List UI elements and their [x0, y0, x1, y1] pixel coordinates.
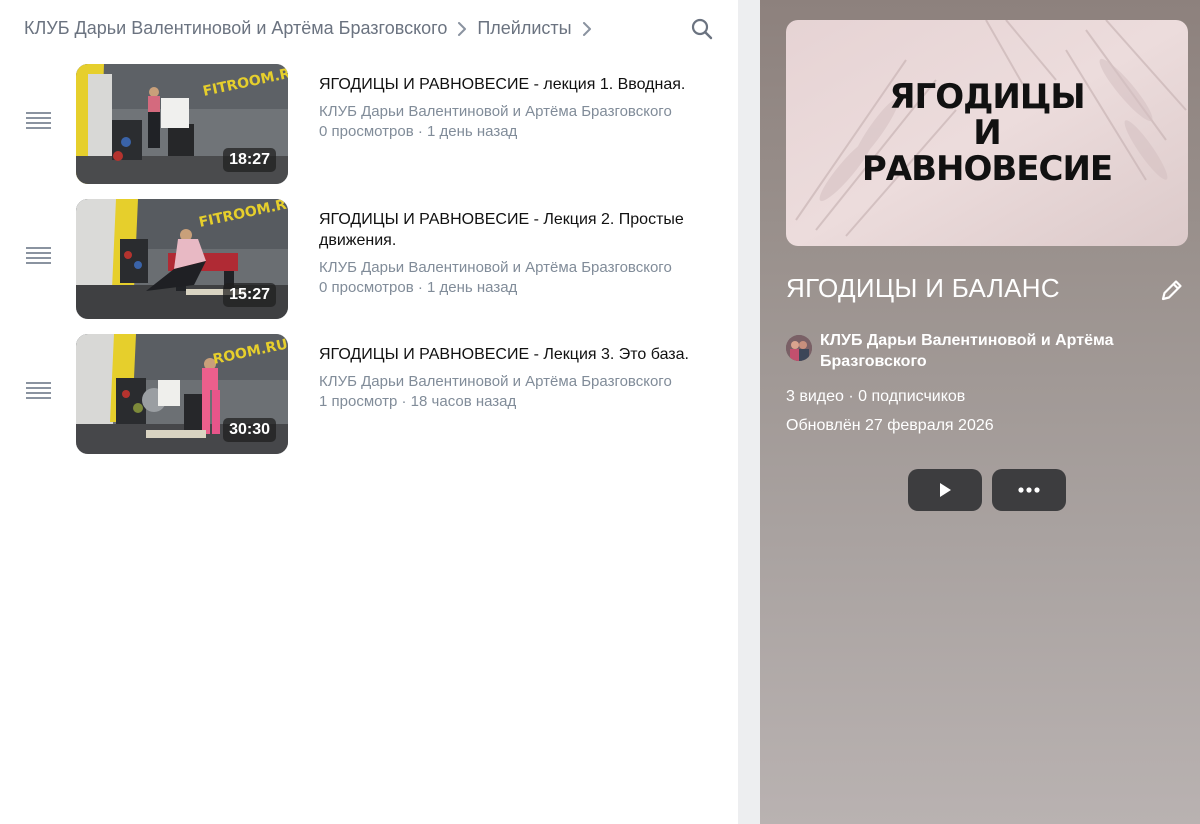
chevron-right-icon	[572, 18, 602, 39]
video-meta: ЯГОДИЦЫ И РАВНОВЕСИЕ - Лекция 2. Простые…	[319, 209, 709, 298]
video-duration: 15:27	[223, 283, 276, 307]
video-channel[interactable]: КЛУБ Дарьи Валентиновой и Артёма Бразгов…	[319, 102, 699, 122]
playlist-info-panel: ЯГОДИЦЫ И РАВНОВЕСИЕ ЯГОДИЦЫ И БАЛАНС КЛ…	[760, 0, 1200, 824]
playlist-cover-text: ЯГОДИЦЫ И РАВНОВЕСИЕ	[786, 20, 1188, 246]
breadcrumb-playlists-link[interactable]: Плейлисты	[477, 18, 571, 39]
more-actions-button[interactable]	[992, 469, 1066, 511]
edit-playlist-button[interactable]	[1158, 276, 1186, 304]
video-thumbnail[interactable]: ROOM.RU 30:30	[76, 334, 288, 454]
more-dots-icon	[1018, 487, 1040, 493]
search-button[interactable]	[688, 15, 716, 43]
search-icon	[691, 18, 713, 40]
list-item[interactable]: FITROOM.RU 18:27 ЯГОДИЦЫ И РАВНОВЕСИЕ - …	[0, 64, 738, 186]
breadcrumb: КЛУБ Дарьи Валентиновой и Артёма Бразгов…	[24, 18, 602, 39]
play-icon	[940, 483, 951, 497]
video-meta: ЯГОДИЦЫ И РАВНОВЕСИЕ - лекция 1. Вводная…	[319, 74, 709, 142]
cover-line: И	[973, 113, 1001, 153]
playlist-owner-name[interactable]: КЛУБ Дарьи Валентиновой и Артёма Бразгов…	[820, 330, 1166, 372]
cover-line: ЯГОДИЦЫ	[889, 77, 1085, 117]
list-item[interactable]: ROOM.RU 30:30 ЯГОДИЦЫ И РАВНОВЕСИЕ - Лек…	[0, 334, 738, 456]
breadcrumb-channel-link[interactable]: КЛУБ Дарьи Валентиновой и Артёма Бразгов…	[24, 18, 447, 39]
playlist-stats: 3 видео · 0 подписчиков	[786, 388, 966, 405]
video-thumbnail[interactable]: FITROOM.RU 15:27	[76, 199, 288, 319]
video-stats: 1 просмотр · 18 часов назад	[319, 393, 517, 410]
video-meta: ЯГОДИЦЫ И РАВНОВЕСИЕ - Лекция 3. Это баз…	[319, 344, 709, 412]
video-stats: 0 просмотров · 1 день назад	[319, 279, 518, 296]
list-item[interactable]: FITROOM.RU 15:27 ЯГОДИЦЫ И РАВНОВЕСИЕ - …	[0, 199, 738, 321]
playlist-updated: Обновлён 27 февраля 2026	[786, 417, 994, 434]
video-thumbnail[interactable]: FITROOM.RU 18:27	[76, 64, 288, 184]
avatar[interactable]	[786, 335, 812, 361]
playlist-title: ЯГОДИЦЫ И БАЛАНС	[786, 273, 1060, 303]
chevron-right-icon	[447, 18, 477, 39]
video-channel[interactable]: КЛУБ Дарьи Валентиновой и Артёма Бразгов…	[319, 258, 699, 278]
video-channel[interactable]: КЛУБ Дарьи Валентиновой и Артёма Бразгов…	[319, 372, 699, 392]
video-duration: 30:30	[223, 418, 276, 442]
video-title[interactable]: ЯГОДИЦЫ И РАВНОВЕСИЕ - Лекция 2. Простые…	[319, 209, 709, 251]
video-title[interactable]: ЯГОДИЦЫ И РАВНОВЕСИЕ - лекция 1. Вводная…	[319, 74, 709, 95]
playlist-cover[interactable]: ЯГОДИЦЫ И РАВНОВЕСИЕ	[786, 20, 1188, 246]
video-duration: 18:27	[223, 148, 276, 172]
drag-handle-icon[interactable]	[26, 112, 52, 134]
cover-line: РАВНОВЕСИЕ	[861, 149, 1113, 189]
drag-handle-icon[interactable]	[26, 247, 52, 269]
video-stats: 0 просмотров · 1 день назад	[319, 123, 518, 140]
header: КЛУБ Дарьи Валентиновой и Артёма Бразгов…	[0, 0, 738, 58]
video-title[interactable]: ЯГОДИЦЫ И РАВНОВЕСИЕ - Лекция 3. Это баз…	[319, 344, 709, 365]
playlist-content-panel: КЛУБ Дарьи Валентиновой и Артёма Бразгов…	[0, 0, 738, 824]
play-playlist-button[interactable]	[908, 469, 982, 511]
pencil-icon	[1161, 280, 1182, 301]
playlist-owner[interactable]: КЛУБ Дарьи Валентиновой и Артёма Бразгов…	[786, 330, 1166, 372]
drag-handle-icon[interactable]	[26, 382, 52, 404]
